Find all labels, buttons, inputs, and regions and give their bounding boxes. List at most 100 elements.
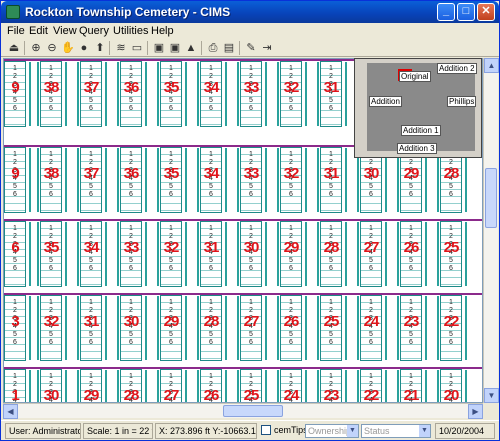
chevron-down-icon[interactable]: ▼ xyxy=(347,425,358,437)
menu-utilities[interactable]: Utilities xyxy=(113,25,148,37)
lot-number: 31 xyxy=(83,313,100,330)
open-icon[interactable]: ⏏ xyxy=(7,41,21,55)
status-date: 10/20/2004 xyxy=(435,423,495,439)
lot-number: 32 xyxy=(163,239,180,256)
lot-number: 28 xyxy=(123,387,140,403)
lot-number: 3 xyxy=(11,313,19,330)
lot-number: 30 xyxy=(123,313,140,330)
lot-number: 20 xyxy=(443,387,460,403)
lot-number: 22 xyxy=(363,387,380,403)
lot-number: 9 xyxy=(11,79,19,96)
menu-help[interactable]: Help xyxy=(151,25,174,37)
toolbar-separator xyxy=(239,41,240,55)
lot-number: 33 xyxy=(243,165,260,182)
export-icon[interactable]: ▤ xyxy=(222,41,236,55)
lot-number: 32 xyxy=(283,165,300,182)
menu-edit[interactable]: Edit xyxy=(29,25,48,37)
lot-number: 36 xyxy=(123,79,140,96)
lot-number: 33 xyxy=(123,239,140,256)
horizontal-scrollbar[interactable]: ◀ ▶ xyxy=(3,403,483,419)
status-coordinates: X: 273.896 ft Y:-10663.1 ft xyxy=(155,423,257,439)
app-window: Rockton Township Cemetery - CIMS _ □ ✕ F… xyxy=(0,0,500,441)
toolbar-separator xyxy=(24,41,25,55)
lot-number: 30 xyxy=(43,387,60,403)
identify-icon[interactable]: ⬆ xyxy=(93,41,107,55)
lot-number: 37 xyxy=(83,79,100,96)
zoom-in-icon[interactable]: ⊕ xyxy=(29,41,43,55)
print-icon[interactable]: ⎙ xyxy=(206,41,220,55)
lot-number: 24 xyxy=(363,313,380,330)
info-icon[interactable]: ● xyxy=(77,41,91,55)
lot-number: 31 xyxy=(323,79,340,96)
horizontal-scroll-thumb[interactable] xyxy=(223,405,283,417)
ownership-dropdown[interactable]: Ownership ▼ xyxy=(305,424,359,438)
edit-icon[interactable]: ✎ xyxy=(244,41,258,55)
overview-label-addition: Addition xyxy=(369,96,402,107)
scroll-left-button[interactable]: ◀ xyxy=(3,404,18,419)
lot-number: 28 xyxy=(323,239,340,256)
lot-number: 27 xyxy=(363,239,380,256)
minimize-button[interactable]: _ xyxy=(437,3,455,21)
lot-number: 35 xyxy=(43,239,60,256)
lot-number: 38 xyxy=(43,165,60,182)
lock-icon[interactable]: ▲ xyxy=(184,41,198,55)
menu-query[interactable]: Query xyxy=(79,25,109,37)
status-bar: User: Administrator Scale: 1 in = 22 ft … xyxy=(1,420,499,440)
lot-number: 24 xyxy=(283,387,300,403)
title-bar[interactable]: Rockton Township Cemetery - CIMS _ □ ✕ xyxy=(1,1,499,23)
menu-file[interactable]: File xyxy=(7,25,25,37)
lot-number: 38 xyxy=(43,79,60,96)
lot-number: 35 xyxy=(163,79,180,96)
lot-number: 31 xyxy=(203,239,220,256)
cemtips-checkbox[interactable] xyxy=(261,425,271,435)
overview-label-addition-2: Addition 2 xyxy=(437,63,477,74)
overview-label-addition-3: Addition 3 xyxy=(397,143,437,154)
lot-number: 1 xyxy=(11,387,19,403)
find-icon[interactable]: ▣ xyxy=(152,41,166,55)
lot-number: 6 xyxy=(11,239,19,256)
layers-icon[interactable]: ≋ xyxy=(114,41,128,55)
zoom-out-icon[interactable]: ⊖ xyxy=(45,41,59,55)
maximize-button[interactable]: □ xyxy=(457,3,475,21)
lot-number: 35 xyxy=(163,165,180,182)
lot-number: 28 xyxy=(443,165,460,182)
vertical-scroll-thumb[interactable] xyxy=(485,168,497,228)
select-icon[interactable]: ▭ xyxy=(130,41,144,55)
vertical-scrollbar[interactable]: ▲ ▼ xyxy=(483,58,499,403)
lot-number: 25 xyxy=(243,387,260,403)
scroll-right-button[interactable]: ▶ xyxy=(468,404,483,419)
status-dropdown[interactable]: Status ▼ xyxy=(361,424,431,438)
overview-label-original: Original xyxy=(399,71,431,82)
lot-number: 28 xyxy=(203,313,220,330)
status-scale: Scale: 1 in = 22 ft xyxy=(83,423,153,439)
toolbar: ⏏ ⊕ ⊖ ✋ ● ⬆ ≋ ▭ ▣ ▣ ▲ ⎙ ▤ ✎ ⇥ xyxy=(1,39,499,57)
lot-number: 30 xyxy=(363,165,380,182)
lot-number: 9 xyxy=(11,165,19,182)
overview-label-phillips: Phillips xyxy=(447,96,477,107)
status-user: User: Administrator xyxy=(5,423,81,439)
lot-number: 31 xyxy=(323,165,340,182)
lot-number: 27 xyxy=(243,313,260,330)
lot-number: 26 xyxy=(403,239,420,256)
lot-number: 26 xyxy=(203,387,220,403)
lot-number: 29 xyxy=(283,239,300,256)
cemetery-app-icon xyxy=(6,5,20,19)
chevron-down-icon[interactable]: ▼ xyxy=(419,425,430,437)
close-button[interactable]: ✕ xyxy=(477,3,495,21)
overview-map[interactable]: Original Addition 2 Addition Phillips Ad… xyxy=(354,58,482,158)
lot-number: 21 xyxy=(403,387,420,403)
lot-number: 29 xyxy=(83,387,100,403)
menu-view[interactable]: View xyxy=(53,25,77,37)
scroll-down-button[interactable]: ▼ xyxy=(484,388,499,403)
scroll-up-button[interactable]: ▲ xyxy=(484,58,499,73)
lot-number: 34 xyxy=(203,165,220,182)
lot-number: 25 xyxy=(323,313,340,330)
pan-hand-icon[interactable]: ✋ xyxy=(61,41,75,55)
toolbar-separator xyxy=(109,41,110,55)
toolbar-separator xyxy=(201,41,202,55)
lot-number: 23 xyxy=(403,313,420,330)
lot-number: 29 xyxy=(163,313,180,330)
find-next-icon[interactable]: ▣ xyxy=(168,41,182,55)
window-title: Rockton Township Cemetery - CIMS xyxy=(25,5,231,19)
exit-icon[interactable]: ⇥ xyxy=(260,41,274,55)
